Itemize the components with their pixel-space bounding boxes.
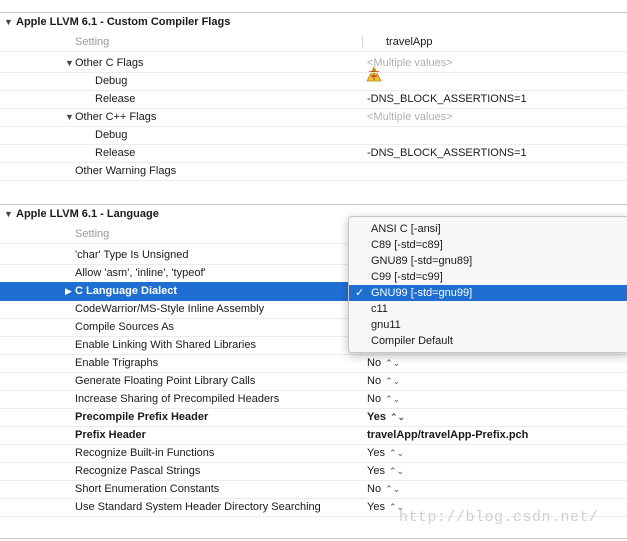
setting-value[interactable]: <Multiple values> <box>367 54 453 72</box>
setting-value[interactable]: -DNS_BLOCK_ASSERTIONS=1 <box>367 144 527 162</box>
setting-row-other-c-flags-debug[interactable]: Debug <box>0 72 627 91</box>
stepper-chevron-icon: ⌃⌄ <box>385 358 401 368</box>
setting-value-popup[interactable]: No ⌃⌄ <box>367 372 400 390</box>
setting-value-popup[interactable]: No ⌃⌄ <box>367 480 400 498</box>
menu-item-c99[interactable]: C99 [-std=c99] <box>349 269 627 285</box>
setting-row-enable-trigraphs[interactable]: Enable Trigraphs No ⌃⌄ <box>0 354 627 373</box>
setting-label: Enable Linking With Shared Libraries <box>75 339 256 351</box>
setting-label: Short Enumeration Constants <box>75 483 220 495</box>
setting-row-other-warning-flags[interactable]: Other Warning Flags <box>0 162 627 181</box>
setting-label: Generate Floating Point Library Calls <box>75 375 256 387</box>
disclosure-triangle-icon[interactable]: ▼ <box>65 54 74 72</box>
column-header-row: Setting travelApp <box>0 33 627 82</box>
c-dialect-popup-menu[interactable]: ANSI C [-ansi] C89 [-std=c89] GNU89 [-st… <box>348 216 627 353</box>
setting-row-other-cpp-flags-release[interactable]: Release -DNS_BLOCK_ASSERTIONS=1 <box>0 144 627 163</box>
setting-label: Recognize Built-in Functions <box>75 447 215 459</box>
setting-row-prefix-header[interactable]: Prefix Header travelApp/travelApp-Prefix… <box>0 426 627 445</box>
setting-column-header: Setting <box>75 36 110 48</box>
setting-column-header: Setting <box>75 228 110 240</box>
menu-item-gnu11[interactable]: gnu11 <box>349 317 627 333</box>
stepper-chevron-icon: ⌃⌄ <box>389 412 406 422</box>
stepper-chevron-icon: ⌃⌄ <box>385 394 401 404</box>
disclosure-triangle-icon[interactable]: ▼ <box>65 108 74 126</box>
setting-label: Debug <box>95 75 128 87</box>
setting-label: C Language Dialect <box>75 285 178 297</box>
stepper-chevron-icon: ⌃⌄ <box>385 484 401 494</box>
setting-value[interactable]: <Multiple values> <box>367 108 453 126</box>
setting-label: Precompile Prefix Header <box>75 411 209 423</box>
setting-label: Release <box>95 147 136 159</box>
setting-label: Other C++ Flags <box>75 111 157 123</box>
disclosure-triangle-icon[interactable]: ▶ <box>65 282 72 300</box>
setting-label: Enable Trigraphs <box>75 357 159 369</box>
setting-row-short-enums[interactable]: Short Enumeration Constants No ⌃⌄ <box>0 480 627 499</box>
setting-row-other-c-flags[interactable]: ▼ Other C Flags <Multiple values> <box>0 54 627 73</box>
target-name: travelApp <box>386 36 433 48</box>
setting-row-other-cpp-flags[interactable]: ▼ Other C++ Flags <Multiple values> <box>0 108 627 127</box>
setting-value-popup[interactable]: No ⌃⌄ <box>367 390 400 408</box>
setting-label: Use Standard System Header Directory Sea… <box>75 501 321 513</box>
setting-row-other-c-flags-release[interactable]: Release -DNS_BLOCK_ASSERTIONS=1 <box>0 90 627 109</box>
menu-item-gnu99[interactable]: ✓ GNU99 [-std=gnu99] <box>349 285 627 301</box>
setting-row-sharing-precompiled[interactable]: Increase Sharing of Precompiled Headers … <box>0 390 627 409</box>
setting-value-popup[interactable]: Yes ⌃⌄ <box>367 462 404 480</box>
setting-label: Debug <box>95 129 128 141</box>
setting-value[interactable]: -DNS_BLOCK_ASSERTIONS=1 <box>367 90 527 108</box>
menu-item-compiler-default[interactable]: Compiler Default <box>349 333 627 349</box>
setting-row-builtin-functions[interactable]: Recognize Built-in Functions Yes ⌃⌄ <box>0 444 627 463</box>
menu-item-gnu89[interactable]: GNU89 [-std=gnu89] <box>349 253 627 269</box>
stepper-chevron-icon: ⌃⌄ <box>388 448 405 458</box>
setting-value-popup[interactable]: No ⌃⌄ <box>367 354 400 372</box>
setting-label: Increase Sharing of Precompiled Headers <box>75 393 280 405</box>
setting-value-popup[interactable]: Yes ⌃⌄ <box>367 444 404 462</box>
watermark-text: http://blog.csdn.net/ <box>399 509 599 526</box>
stepper-chevron-icon: ⌃⌄ <box>388 466 405 476</box>
setting-label: Release <box>95 93 136 105</box>
setting-row-precompile-prefix[interactable]: Precompile Prefix Header Yes ⌃⌄ <box>0 408 627 427</box>
setting-label: Other Warning Flags <box>75 165 177 177</box>
section-custom-compiler-flags[interactable]: ▼ Apple LLVM 6.1 - Custom Compiler Flags <box>0 12 627 33</box>
setting-label: 'char' Type Is Unsigned <box>75 249 189 261</box>
disclosure-triangle-icon[interactable]: ▼ <box>4 13 13 31</box>
setting-value-popup[interactable]: Yes ⌃⌄ <box>367 408 405 426</box>
setting-label: Allow 'asm', 'inline', 'typeof' <box>75 267 206 279</box>
setting-label: Recognize Pascal Strings <box>75 465 201 477</box>
menu-item-c11[interactable]: c11 <box>349 301 627 317</box>
menu-item-ansi[interactable]: ANSI C [-ansi] <box>349 221 627 237</box>
setting-label: CodeWarrior/MS-Style Inline Assembly <box>75 303 265 315</box>
disclosure-triangle-icon[interactable]: ▼ <box>4 205 13 223</box>
stepper-chevron-icon: ⌃⌄ <box>385 376 401 386</box>
setting-row-pascal-strings[interactable]: Recognize Pascal Strings Yes ⌃⌄ <box>0 462 627 481</box>
setting-value[interactable]: travelApp/travelApp-Prefix.pch <box>367 426 528 444</box>
setting-label: Compile Sources As <box>75 321 175 333</box>
setting-row-other-cpp-flags-debug[interactable]: Debug <box>0 126 627 145</box>
setting-label: Prefix Header <box>75 429 146 441</box>
divider <box>0 538 627 539</box>
setting-row-float-library-calls[interactable]: Generate Floating Point Library Calls No… <box>0 372 627 391</box>
checkmark-icon: ✓ <box>355 287 365 299</box>
menu-item-c89[interactable]: C89 [-std=c89] <box>349 237 627 253</box>
section-title: Apple LLVM 6.1 - Custom Compiler Flags <box>16 16 231 28</box>
section-title: Apple LLVM 6.1 - Language <box>16 208 159 220</box>
setting-label: Other C Flags <box>75 57 144 69</box>
